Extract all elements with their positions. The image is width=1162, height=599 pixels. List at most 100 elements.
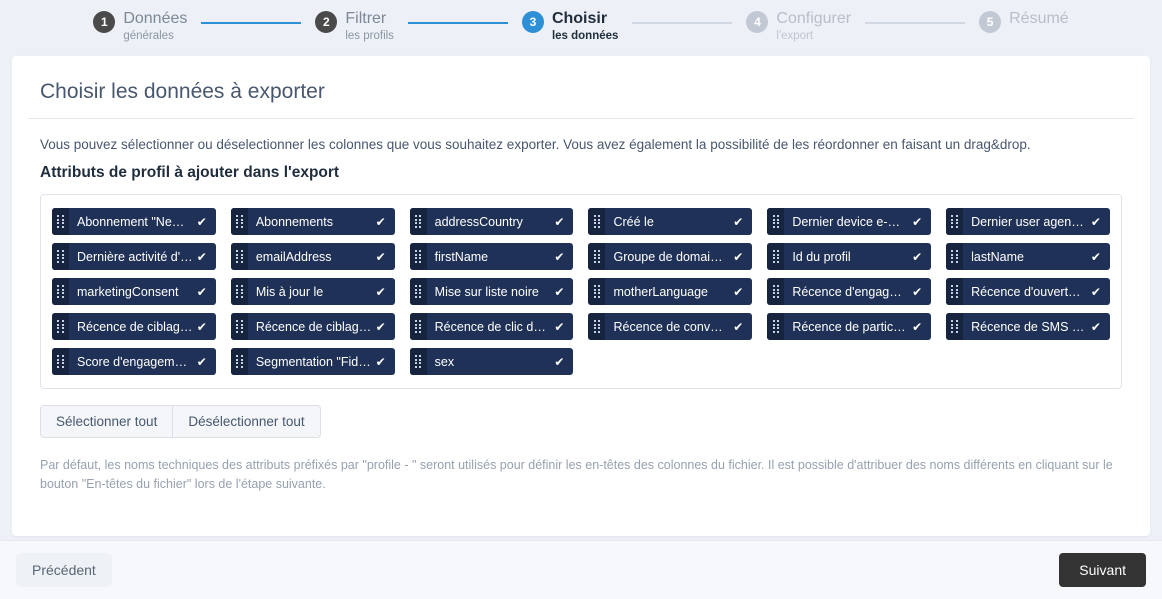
check-icon[interactable]: ✔ [376, 356, 395, 368]
attribute-chip[interactable]: marketingConsent ✔ [52, 278, 216, 305]
drag-handle-icon[interactable] [588, 278, 606, 305]
drag-handle-icon[interactable] [230, 243, 248, 270]
attribute-chip[interactable]: Récence de SMS reçu ✔ [946, 313, 1110, 340]
attribute-chip[interactable]: Récence de conversi... ✔ [588, 313, 753, 340]
drag-handle-icon[interactable] [767, 313, 785, 340]
drag-handle-icon[interactable] [767, 208, 785, 235]
deselect-all-button[interactable]: Désélectionner tout [173, 405, 321, 438]
attribute-chip[interactable]: Segmentation "Fideli... ✔ [230, 348, 395, 375]
drag-handle-icon[interactable] [230, 278, 248, 305]
attribute-chip[interactable]: emailAddress ✔ [230, 243, 395, 270]
attribute-chip[interactable]: Dernier device e-mail ✔ [767, 208, 932, 235]
step-connector-2 [407, 22, 508, 24]
previous-button[interactable]: Précédent [16, 553, 112, 587]
drag-handle-icon[interactable] [409, 208, 427, 235]
drag-handle-icon[interactable] [588, 313, 606, 340]
check-icon[interactable]: ✔ [1091, 216, 1110, 228]
attribute-chip[interactable]: Récence de clic dans... ✔ [409, 313, 574, 340]
drag-handle-icon[interactable] [52, 208, 69, 235]
drag-handle-icon[interactable] [409, 243, 427, 270]
attribute-chip-panel: Abonnement "Newsl... ✔ Abonnements ✔ address… [40, 194, 1122, 389]
drag-handle-icon[interactable] [230, 313, 248, 340]
attribute-chip[interactable]: sex ✔ [409, 348, 574, 375]
drag-handle-icon[interactable] [946, 208, 964, 235]
check-icon[interactable]: ✔ [733, 216, 752, 228]
drag-handle-icon[interactable] [588, 208, 606, 235]
check-icon[interactable]: ✔ [554, 286, 573, 298]
check-icon[interactable]: ✔ [912, 321, 931, 333]
drag-handle-icon[interactable] [409, 348, 427, 375]
attribute-chip[interactable]: Récence de participa... ✔ [767, 313, 932, 340]
check-icon[interactable]: ✔ [912, 251, 931, 263]
step-number-badge: 5 [979, 11, 1002, 33]
step-subtitle: les données [551, 30, 619, 43]
check-icon[interactable]: ✔ [376, 321, 395, 333]
check-icon[interactable]: ✔ [1091, 251, 1110, 263]
step-subtitle: les profils [345, 30, 394, 43]
check-icon[interactable]: ✔ [912, 216, 931, 228]
wizard-step-5[interactable]: 5 Résumé [979, 9, 1069, 33]
next-button[interactable]: Suivant [1059, 553, 1146, 587]
wizard-step-3[interactable]: 3 Choisir les données [521, 9, 619, 44]
check-icon[interactable]: ✔ [197, 321, 216, 333]
attribute-chip[interactable]: Récence d'ouverture... ✔ [946, 278, 1110, 305]
attribute-chip[interactable]: Récence de ciblage ... ✔ [52, 313, 216, 340]
check-icon[interactable]: ✔ [733, 251, 752, 263]
check-icon[interactable]: ✔ [554, 321, 573, 333]
drag-handle-icon[interactable] [588, 243, 606, 270]
drag-handle-icon[interactable] [767, 243, 785, 270]
drag-handle-icon[interactable] [52, 243, 69, 270]
check-icon[interactable]: ✔ [1091, 321, 1110, 333]
check-icon[interactable]: ✔ [197, 251, 216, 263]
check-icon[interactable]: ✔ [376, 216, 395, 228]
wizard-step-1[interactable]: 1 Données générales [93, 9, 187, 44]
drag-handle-icon[interactable] [409, 278, 427, 305]
attribute-chip[interactable]: Mis à jour le ✔ [230, 278, 395, 305]
attribute-chip-label: emailAddress [255, 249, 332, 264]
attribute-chip[interactable]: Dernier user agent e... ✔ [946, 208, 1110, 235]
attribute-chip[interactable]: Mise sur liste noire ✔ [409, 278, 574, 305]
check-icon[interactable]: ✔ [1091, 286, 1110, 298]
check-icon[interactable]: ✔ [197, 216, 216, 228]
drag-handle-icon[interactable] [52, 313, 69, 340]
drag-handle-icon[interactable] [767, 278, 785, 305]
attribute-chip[interactable]: firstName ✔ [409, 243, 574, 270]
drag-handle-icon[interactable] [946, 243, 964, 270]
attribute-chip[interactable]: Abonnements ✔ [230, 208, 395, 235]
attribute-chip[interactable]: lastName ✔ [946, 243, 1110, 270]
drag-handle-icon[interactable] [52, 348, 69, 375]
wizard-step-2[interactable]: 2 Filtrer les profils [315, 9, 394, 44]
section-title: Attributs de profil à ajouter dans l'exp… [40, 164, 340, 181]
check-icon[interactable]: ✔ [197, 286, 216, 298]
check-icon[interactable]: ✔ [554, 216, 573, 228]
check-icon[interactable]: ✔ [733, 321, 752, 333]
wizard-step-4[interactable]: 4 Configurer l'export [746, 9, 851, 44]
attribute-chip[interactable]: addressCountry ✔ [409, 208, 574, 235]
attribute-chip[interactable]: Groupe de domaine ... ✔ [588, 243, 753, 270]
attribute-chip-label: Abonnement "Newsl... [77, 214, 197, 229]
attribute-chip[interactable]: Id du profil ✔ [767, 243, 932, 270]
check-icon[interactable]: ✔ [912, 286, 931, 298]
attribute-chip[interactable]: Récence d'engagem... ✔ [767, 278, 932, 305]
drag-handle-icon[interactable] [230, 208, 248, 235]
attribute-chip[interactable]: Créé le ✔ [588, 208, 753, 235]
drag-handle-icon[interactable] [52, 278, 69, 305]
attribute-chip[interactable]: Score d'engagement... ✔ [52, 348, 216, 375]
attribute-chip-label: Créé le [613, 214, 654, 229]
drag-handle-icon[interactable] [409, 313, 427, 340]
check-icon[interactable]: ✔ [554, 356, 573, 368]
drag-handle-icon[interactable] [946, 313, 964, 340]
page-title: Choisir les données à exporter [28, 80, 1134, 119]
drag-handle-icon[interactable] [946, 278, 964, 305]
check-icon[interactable]: ✔ [554, 251, 573, 263]
check-icon[interactable]: ✔ [376, 251, 395, 263]
check-icon[interactable]: ✔ [376, 286, 395, 298]
attribute-chip[interactable]: motherLanguage ✔ [588, 278, 753, 305]
attribute-chip[interactable]: Récence de ciblage S... ✔ [230, 313, 395, 340]
drag-handle-icon[interactable] [230, 348, 248, 375]
select-all-button[interactable]: Sélectionner tout [40, 405, 174, 438]
check-icon[interactable]: ✔ [197, 356, 216, 368]
attribute-chip[interactable]: Dernière activité d'u... ✔ [52, 243, 216, 270]
attribute-chip[interactable]: Abonnement "Newsl... ✔ [52, 208, 216, 235]
check-icon[interactable]: ✔ [733, 286, 752, 298]
